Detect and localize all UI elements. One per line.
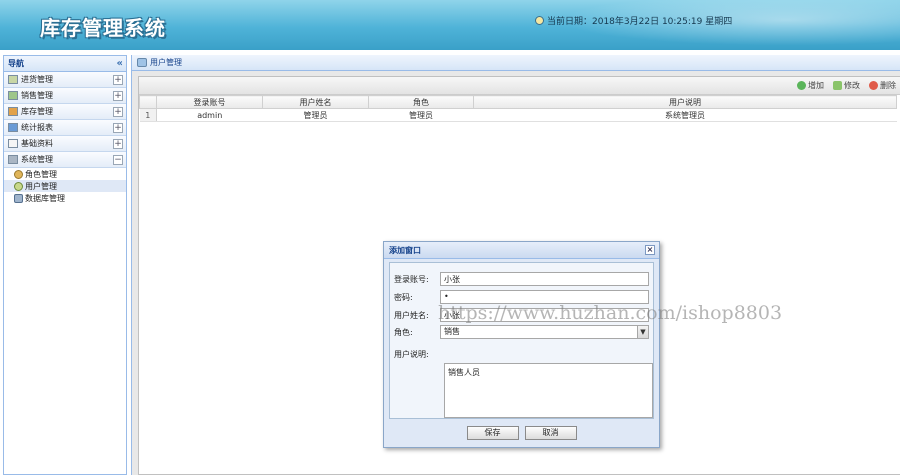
sidebar-item-label: 系统管理 bbox=[21, 155, 53, 164]
computer-icon bbox=[8, 155, 18, 164]
expand-icon[interactable]: + bbox=[113, 74, 123, 85]
sidebar-subitem-database[interactable]: 数据库管理 bbox=[4, 192, 126, 204]
cell-name: 管理员 bbox=[262, 108, 369, 122]
collapse-icon[interactable]: − bbox=[113, 154, 123, 165]
dialog-form: 登录账号: 密码: • 用户姓名: 角色: 销售 ▼ 用户说明: 销售人员 bbox=[389, 262, 654, 419]
cell-account: admin bbox=[156, 108, 263, 122]
sidebar-item-label: 进货管理 bbox=[21, 75, 53, 84]
nav-sidebar: 导航 « 进货管理 + 销售管理 + 库存管理 + 统计报表 + 基础资料 + … bbox=[3, 55, 127, 475]
password-input[interactable]: • bbox=[440, 290, 649, 304]
expand-icon[interactable]: + bbox=[113, 122, 123, 133]
chevron-down-icon[interactable]: ▼ bbox=[637, 326, 648, 338]
add-user-dialog: 添加窗口 × 登录账号: 密码: • 用户姓名: 角色: 销售 ▼ 用户说明: … bbox=[383, 241, 660, 448]
form-row-role: 角色: 销售 ▼ bbox=[394, 325, 649, 339]
bar-chart-icon bbox=[8, 123, 18, 132]
sidebar-subitem-roles[interactable]: 角色管理 bbox=[4, 168, 126, 180]
sidebar-item-reports[interactable]: 统计报表 + bbox=[4, 120, 126, 136]
sidebar-item-inventory[interactable]: 库存管理 + bbox=[4, 104, 126, 120]
desc-textarea[interactable]: 销售人员 bbox=[444, 363, 653, 418]
account-label: 登录账号: bbox=[394, 274, 429, 284]
cell-desc: 系统管理员 bbox=[473, 108, 897, 122]
row-number-header bbox=[139, 95, 157, 109]
column-header[interactable]: 角色 bbox=[368, 95, 474, 109]
sidebar-subitem-label: 角色管理 bbox=[25, 169, 57, 179]
inventory-icon bbox=[8, 107, 18, 116]
account-input[interactable] bbox=[440, 272, 649, 286]
clock-icon bbox=[535, 16, 544, 25]
wrench-icon bbox=[14, 193, 23, 203]
tab-title: 用户管理 bbox=[150, 58, 182, 67]
cell-role: 管理员 bbox=[368, 108, 474, 122]
form-row-username: 用户姓名: bbox=[394, 308, 649, 322]
users-icon bbox=[137, 58, 147, 67]
document-icon bbox=[8, 139, 18, 148]
user-table: 登录账号 用户姓名 角色 用户说明 1 admin 管理员 管理员 系统管理员 bbox=[139, 95, 897, 122]
purchase-icon bbox=[8, 75, 18, 84]
table-row[interactable]: 1 admin 管理员 管理员 系统管理员 bbox=[139, 108, 897, 122]
column-header[interactable]: 用户说明 bbox=[473, 95, 897, 109]
delete-icon bbox=[869, 81, 878, 90]
dialog-titlebar[interactable]: 添加窗口 × bbox=[384, 242, 659, 259]
sidebar-item-label: 统计报表 bbox=[21, 123, 53, 132]
nav-header: 导航 « bbox=[4, 56, 126, 72]
expand-icon[interactable]: + bbox=[113, 138, 123, 149]
sidebar-item-system[interactable]: 系统管理 − bbox=[4, 152, 126, 168]
add-button[interactable]: 增加 bbox=[797, 80, 824, 91]
add-icon bbox=[797, 81, 806, 90]
sidebar-item-sales[interactable]: 销售管理 + bbox=[4, 88, 126, 104]
role-selected-value: 销售 bbox=[444, 327, 460, 336]
user-icon bbox=[14, 169, 23, 179]
sidebar-subitem-label: 用户管理 bbox=[25, 181, 57, 191]
collapse-sidebar-icon[interactable]: « bbox=[117, 58, 123, 69]
edit-label: 修改 bbox=[844, 81, 860, 90]
current-date-text: 当前日期：2018年3月22日 10:25:19 星期四 bbox=[547, 17, 733, 27]
tab-user-management[interactable]: 用户管理 bbox=[132, 55, 900, 71]
delete-label: 删除 bbox=[880, 81, 896, 90]
save-button[interactable]: 保存 bbox=[466, 426, 519, 440]
username-label: 用户姓名: bbox=[394, 310, 429, 320]
expand-icon[interactable]: + bbox=[113, 106, 123, 117]
column-header[interactable]: 登录账号 bbox=[156, 95, 263, 109]
desc-label: 用户说明: bbox=[394, 349, 429, 359]
current-date: 当前日期：2018年3月22日 10:25:19 星期四 bbox=[535, 14, 732, 27]
sales-icon bbox=[8, 91, 18, 100]
role-label: 角色: bbox=[394, 327, 413, 337]
app-header: 库存管理系统 当前日期：2018年3月22日 10:25:19 星期四 bbox=[0, 0, 900, 50]
add-label: 增加 bbox=[808, 81, 824, 90]
password-label: 密码: bbox=[394, 292, 413, 302]
sidebar-item-label: 库存管理 bbox=[21, 107, 53, 116]
delete-button[interactable]: 删除 bbox=[869, 80, 896, 91]
form-row-account: 登录账号: bbox=[394, 272, 649, 286]
sidebar-item-purchase[interactable]: 进货管理 + bbox=[4, 72, 126, 88]
grid-toolbar: 增加 修改 删除 bbox=[139, 77, 900, 95]
dialog-title: 添加窗口 bbox=[389, 245, 421, 255]
close-icon[interactable]: × bbox=[645, 245, 655, 255]
form-row-password: 密码: • bbox=[394, 290, 649, 304]
sidebar-item-basic-data[interactable]: 基础资料 + bbox=[4, 136, 126, 152]
row-number: 1 bbox=[139, 108, 157, 122]
expand-icon[interactable]: + bbox=[113, 90, 123, 101]
sidebar-item-label: 基础资料 bbox=[21, 139, 53, 148]
nav-title: 导航 bbox=[8, 59, 24, 68]
edit-icon bbox=[833, 81, 842, 90]
sidebar-subitem-label: 数据库管理 bbox=[25, 193, 65, 203]
form-row-desc: 用户说明: bbox=[394, 347, 440, 361]
cancel-button[interactable]: 取消 bbox=[524, 426, 577, 440]
dialog-footer: 保存 取消 bbox=[384, 419, 659, 447]
column-header[interactable]: 用户姓名 bbox=[262, 95, 369, 109]
role-select[interactable]: 销售 ▼ bbox=[440, 325, 649, 339]
edit-button[interactable]: 修改 bbox=[833, 80, 860, 91]
sidebar-item-label: 销售管理 bbox=[21, 91, 53, 100]
username-input[interactable] bbox=[440, 308, 649, 322]
table-header-row: 登录账号 用户姓名 角色 用户说明 bbox=[139, 95, 897, 109]
users-icon bbox=[14, 181, 23, 191]
sidebar-subitem-users[interactable]: 用户管理 bbox=[4, 180, 126, 192]
app-logo-title: 库存管理系统 bbox=[40, 16, 166, 40]
